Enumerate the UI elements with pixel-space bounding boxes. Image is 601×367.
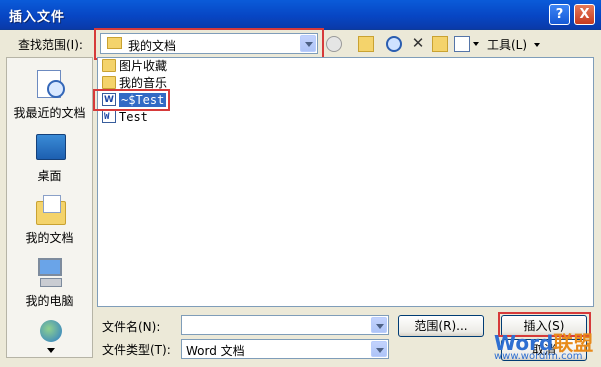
window-title: 插入文件 (9, 10, 66, 25)
word-document-icon (102, 110, 116, 125)
filename-label: 文件名(N): (102, 320, 161, 334)
new-folder-icon[interactable] (432, 36, 448, 52)
views-icon[interactable] (454, 36, 470, 52)
recent-documents-icon (34, 68, 66, 100)
file-list: 图片收藏 我的音乐 ~$Test Test (97, 57, 594, 307)
place-label: 我最近的文档 (13, 106, 86, 120)
help-button[interactable]: ? (549, 4, 570, 25)
range-button[interactable]: 范围(R)... (398, 315, 484, 337)
place-my-documents[interactable]: 我的文档 (7, 193, 92, 246)
places-bar: 我最近的文档 桌面 我的文档 我的电脑 (6, 57, 93, 358)
list-item[interactable]: 图片收藏 (102, 59, 167, 74)
place-my-computer[interactable]: 我的电脑 (7, 256, 92, 309)
file-name: 图片收藏 (119, 59, 168, 73)
annotation-box-lookin (94, 28, 324, 60)
folder-icon (102, 76, 116, 89)
lookin-label: 查找范围(I): (18, 38, 83, 52)
search-web-icon[interactable] (386, 36, 402, 52)
filetype-dropdown[interactable]: Word 文档 (181, 339, 389, 359)
filetype-value: Word 文档 (186, 344, 245, 358)
views-chevron-down-icon[interactable] (473, 42, 479, 46)
annotation-box-file (93, 89, 170, 111)
file-name: 我的音乐 (119, 76, 168, 90)
back-icon[interactable] (326, 36, 342, 52)
up-folder-icon[interactable] (358, 36, 374, 52)
filename-input[interactable] (181, 315, 389, 335)
place-label: 我的文档 (25, 231, 74, 245)
tools-menu[interactable]: 工具(L) (487, 36, 527, 53)
network-places-icon (34, 318, 66, 350)
place-label: 我的电脑 (25, 294, 74, 308)
chevron-down-icon[interactable] (371, 317, 387, 333)
watermark-url: www.wordlm.com (494, 351, 583, 362)
my-computer-icon (34, 256, 66, 288)
delete-icon[interactable]: ✕ (410, 36, 426, 52)
list-item[interactable]: Test (102, 110, 148, 125)
tools-chevron-down-icon[interactable] (534, 43, 540, 47)
place-label: 桌面 (37, 169, 62, 183)
title-bar: 插入文件 ? X (0, 0, 601, 30)
my-documents-icon (34, 193, 66, 225)
chevron-down-icon[interactable] (371, 341, 387, 357)
scroll-down-icon[interactable] (47, 348, 55, 353)
file-name: Test (119, 110, 148, 124)
filetype-label: 文件类型(T): (102, 343, 171, 357)
close-button[interactable]: X (574, 4, 595, 25)
desktop-icon (34, 131, 66, 163)
place-recent[interactable]: 我最近的文档 (7, 68, 92, 121)
place-desktop[interactable]: 桌面 (7, 131, 92, 184)
folder-icon (102, 59, 116, 72)
